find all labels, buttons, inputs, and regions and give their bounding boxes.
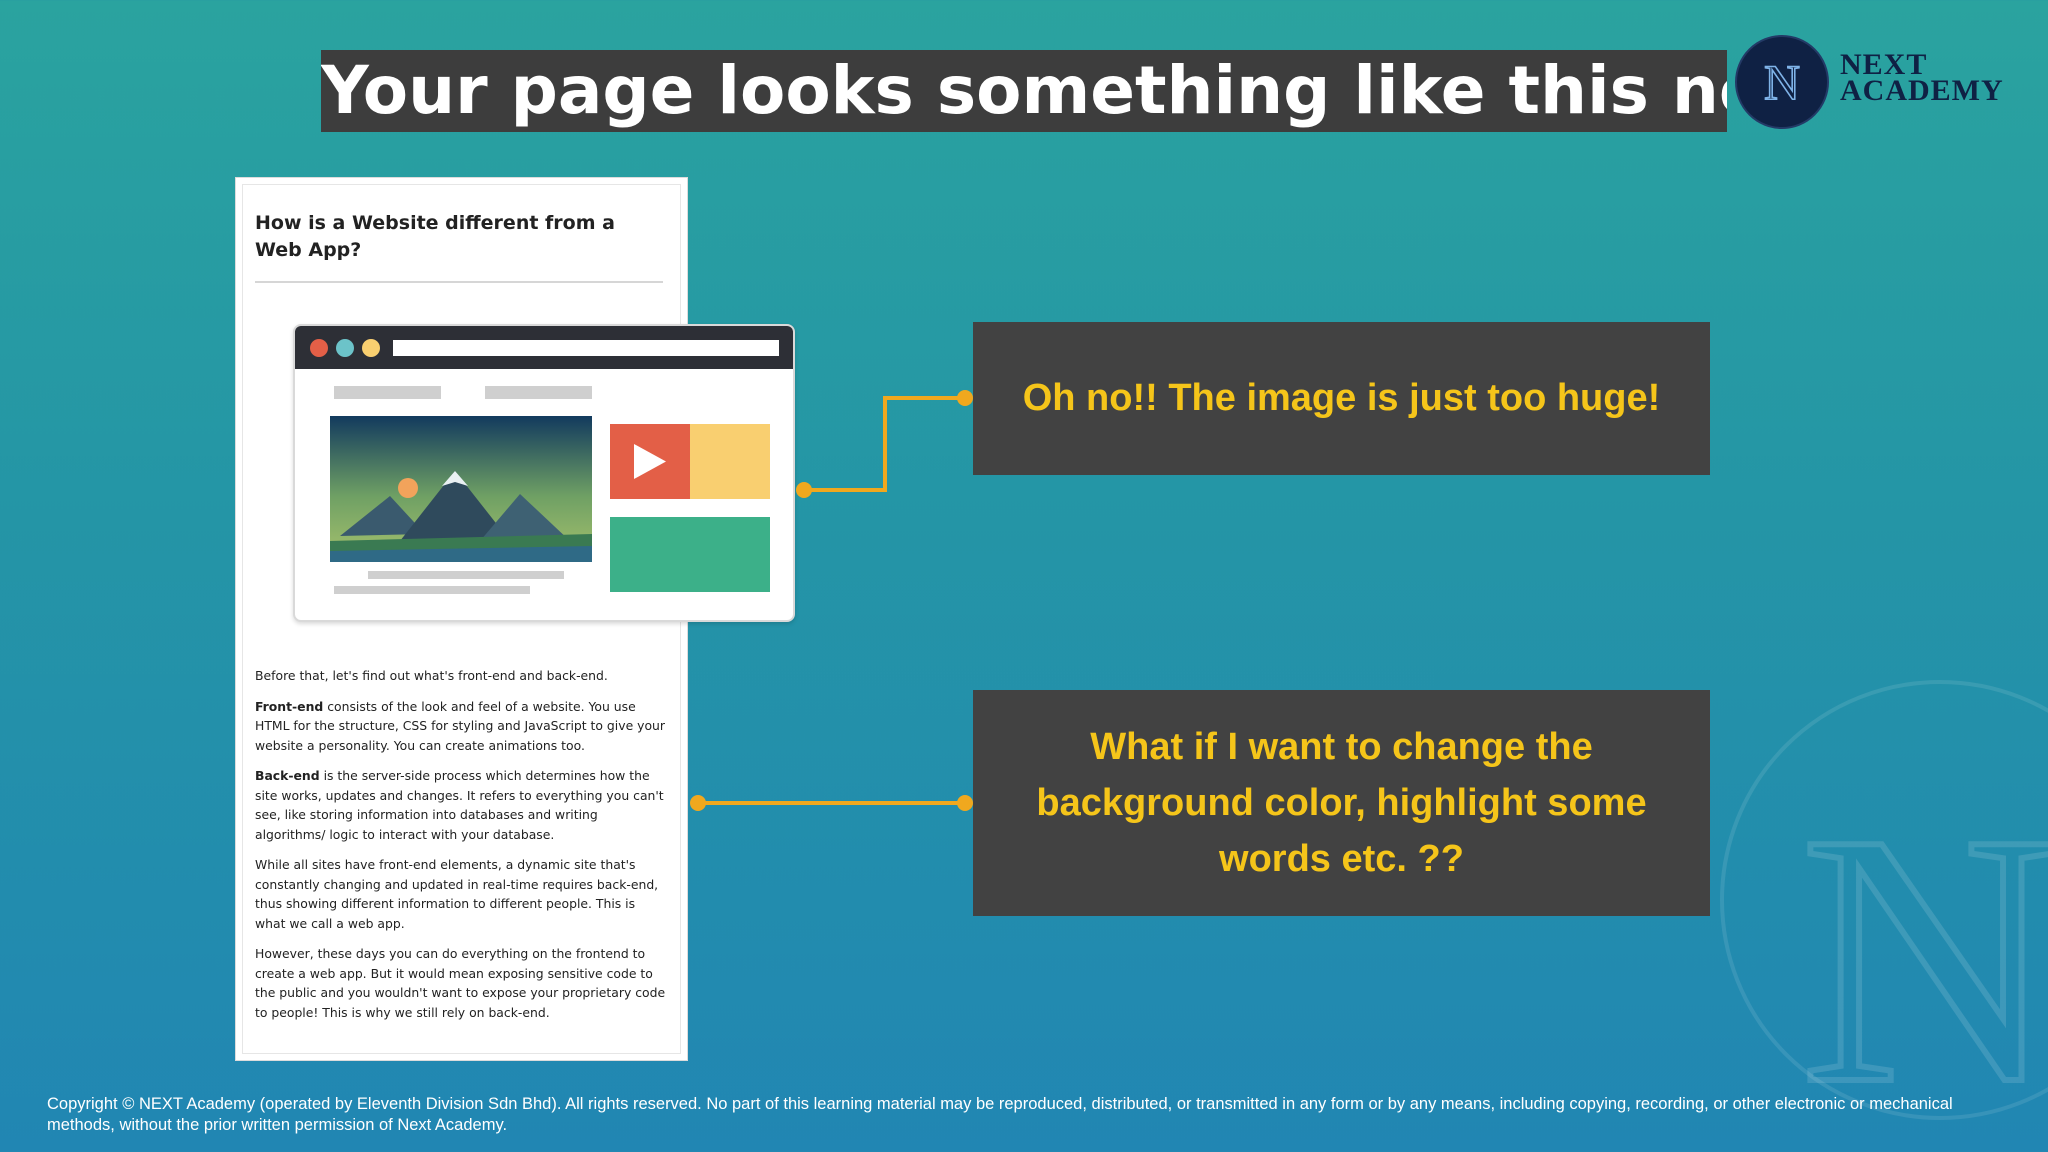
slide-title: Your page looks something like this now? xyxy=(321,50,1727,132)
document-heading: How is a Website different from a Web Ap… xyxy=(255,212,615,261)
window-dot-teal-icon xyxy=(336,339,354,357)
landscape-image-icon xyxy=(330,416,592,562)
brand-name: NEXT ACADEMY xyxy=(1840,50,2004,107)
window-dot-yellow-icon xyxy=(362,339,380,357)
document-body: Before that, let's find out what's front… xyxy=(255,666,669,1033)
connector-dot xyxy=(796,482,812,498)
address-bar xyxy=(393,340,779,356)
paragraph-backend: Back-end is the server-side process whic… xyxy=(255,766,669,844)
caption-bar xyxy=(368,571,564,579)
copyright-notice: Copyright © NEXT Academy (operated by El… xyxy=(47,1095,1953,1134)
svg-text:N: N xyxy=(1764,54,1800,110)
video-play-icon xyxy=(610,424,690,499)
callout-change-styling: What if I want to change the background … xyxy=(973,690,1710,916)
paragraph-dynamic-site: While all sites have front-end elements,… xyxy=(255,857,659,931)
content-tile-green xyxy=(610,517,770,592)
brand-monogram-icon: N xyxy=(1763,53,1801,111)
svg-text:N: N xyxy=(1800,759,2048,1120)
term-backend: Back-end xyxy=(255,768,320,783)
term-frontend: Front-end xyxy=(255,698,324,714)
paragraph-frontend: Front-end consists of the look and feel … xyxy=(255,697,669,756)
placeholder-bar xyxy=(485,386,592,399)
brand-logo: N xyxy=(1735,35,1829,129)
caption-bar xyxy=(334,586,530,594)
browser-toolbar xyxy=(295,326,793,369)
document-divider xyxy=(255,281,663,283)
callout-image-too-big: Oh no!! The image is just too huge! xyxy=(973,322,1710,475)
browser-illustration xyxy=(293,324,795,622)
connector-dot xyxy=(690,795,706,811)
connector-line-1 xyxy=(804,396,965,492)
connector-dot xyxy=(957,795,973,811)
watermark-logo-icon: N xyxy=(1720,680,2048,1120)
content-tile-yellow xyxy=(690,424,770,499)
brand-name-line2: ACADEMY xyxy=(1840,74,2004,107)
window-dot-red-icon xyxy=(310,339,328,357)
connector-dot xyxy=(957,390,973,406)
paragraph-frontend-webapp: However, these days you can do everythin… xyxy=(255,946,666,1020)
placeholder-bar xyxy=(334,386,441,399)
paragraph-intro: Before that, let's find out what's front… xyxy=(255,668,608,683)
